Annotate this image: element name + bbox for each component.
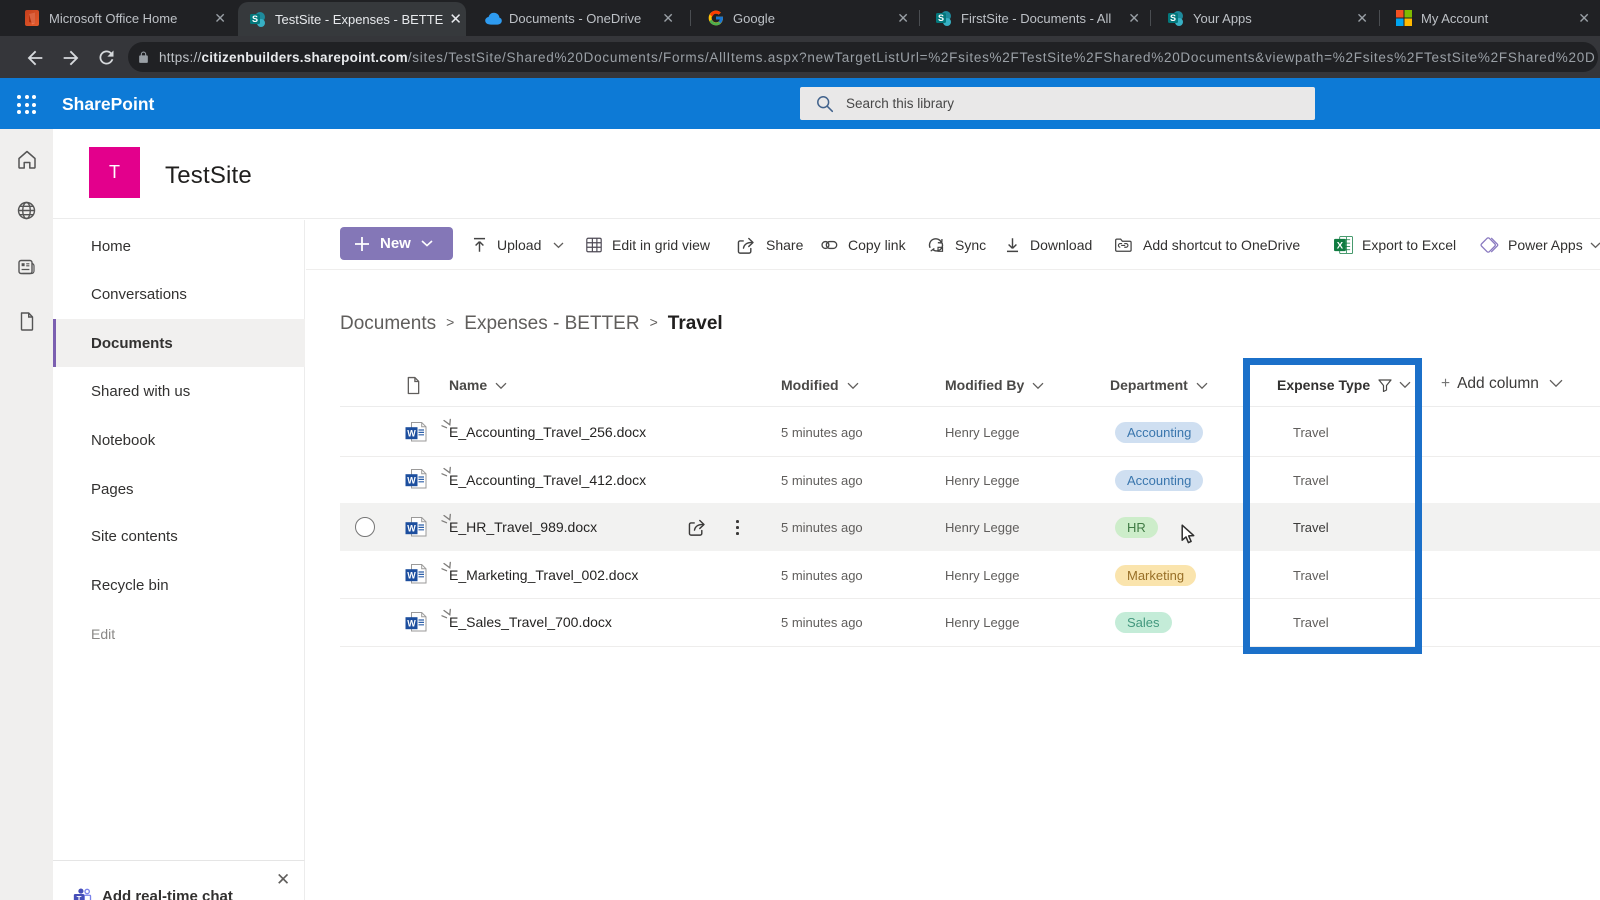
svg-text:S: S: [1170, 13, 1176, 23]
svg-text:W: W: [407, 428, 416, 438]
svg-text:S: S: [938, 13, 944, 23]
svg-text:W: W: [407, 570, 416, 580]
svg-text:X: X: [1337, 240, 1344, 251]
svg-text:W: W: [407, 523, 416, 533]
svg-text:T: T: [77, 895, 82, 900]
svg-text:S: S: [252, 14, 258, 24]
svg-text:W: W: [407, 475, 416, 485]
svg-text:W: W: [407, 618, 416, 628]
